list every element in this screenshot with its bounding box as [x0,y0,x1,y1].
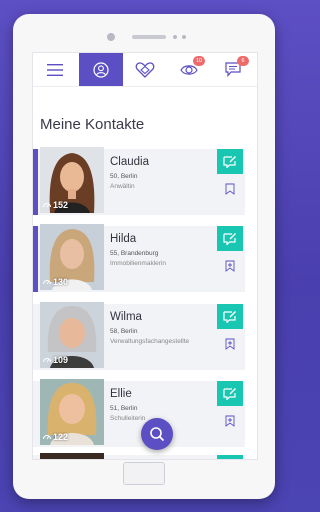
contact-name: Ellie [110,388,132,400]
profile-icon [93,61,109,78]
contact-photo[interactable]: 109 [40,302,104,368]
messages-badge: 6 [237,56,249,66]
message-button[interactable] [217,304,243,329]
heart-icon [135,61,155,78]
visitors-badge: 10 [193,56,205,66]
contact-photo[interactable]: 130 [40,224,104,290]
contact-name: Wilma [110,311,142,323]
add-bookmark-icon[interactable] [224,260,236,272]
contact-age-city: 51, Berlin [110,405,138,412]
menu-button[interactable] [33,53,77,86]
add-bookmark-icon[interactable] [224,415,236,427]
phone-frame: 10 6 Meine Kontakte 152 Claudia 50, Berl… [13,14,275,499]
contact-photo[interactable]: 122 [40,379,104,445]
views-count: 109 [53,355,69,365]
contact-age-city: 58, Berlin [110,328,138,335]
views-count: 130 [53,277,69,287]
compose-message-icon [223,311,236,323]
views-count: 152 [53,200,69,210]
contact-card[interactable]: 130 Hilda 55, Brandenburg Immobilienmakl… [33,224,245,292]
tab-visitors[interactable]: 10 [167,53,211,86]
compose-message-icon [223,388,236,400]
sensor-dot [182,35,186,39]
tab-profile[interactable] [79,53,123,86]
message-button[interactable] [217,226,243,251]
contact-age-city: 55, Brandenburg [110,250,159,257]
app-screen: 10 6 Meine Kontakte 152 Claudia 50, Berl… [32,52,258,460]
views-icon [43,435,51,440]
add-bookmark-icon[interactable] [224,338,236,350]
contact-job: Schulleiterin [110,415,146,422]
message-button[interactable] [217,381,243,406]
views-counter: 130 [43,277,68,287]
message-button[interactable] [217,149,243,174]
bookmark-icon[interactable] [224,183,236,195]
front-camera [107,33,115,41]
message-button[interactable] [217,455,243,459]
earpiece [132,35,166,39]
tab-matches[interactable] [123,53,167,86]
card-accent [33,226,38,292]
contact-photo[interactable] [40,453,104,459]
menu-icon [47,63,63,76]
top-navigation-bar: 10 6 [33,53,257,87]
contact-job: Anwältin [110,183,135,190]
home-button[interactable] [123,462,165,485]
contact-card[interactable]: 122 Ellie 51, Berlin Schulleiterin [33,379,245,447]
views-icon [43,280,51,285]
compose-message-icon [223,233,236,245]
contact-job: Immobilienmaklerin [110,260,166,267]
contact-photo[interactable]: 152 [40,147,104,213]
contact-card[interactable]: 109 Wilma 58, Berlin Verwaltungsfachange… [33,302,245,370]
views-icon [43,358,51,363]
contact-card[interactable]: 152 Claudia 50, Berlin Anwältin [33,147,245,215]
page-title: Meine Kontakte [40,116,145,133]
contact-age-city: 50, Berlin [110,173,138,180]
contact-name: Hilda [110,233,137,245]
contact-job: Verwaltungsfachangestellte [110,338,190,345]
search-icon [150,427,165,442]
contact-card[interactable] [33,453,245,459]
views-counter: 152 [43,200,68,210]
views-count: 122 [53,432,69,442]
views-counter: 109 [43,355,68,365]
contact-name: Claudia [110,156,149,168]
views-icon [43,203,51,208]
tab-messages[interactable]: 6 [211,53,255,86]
sensor-dot [173,35,177,39]
views-counter: 122 [43,432,68,442]
search-fab[interactable] [141,418,173,450]
phone-top-bezel [13,14,275,54]
compose-message-icon [223,156,236,168]
card-accent [33,149,38,215]
